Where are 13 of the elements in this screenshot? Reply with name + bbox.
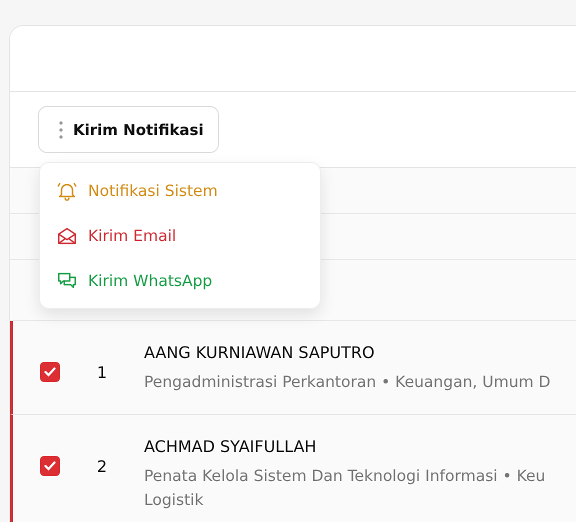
employee-name: AANG KURNIAWAN SAPUTRO — [144, 343, 376, 362]
checkbox[interactable] — [40, 456, 60, 476]
row-number: 1 — [96, 363, 108, 382]
employee-detail: Pengadministrasi Perkantoran • Keuangan, Umum D — [144, 372, 550, 393]
checkbox[interactable] — [40, 362, 60, 382]
check-icon — [44, 367, 56, 377]
employee-name: ACHMAD SYAIFULLAH — [144, 437, 318, 456]
check-icon — [44, 461, 56, 471]
employee-detail: Penata Kelola Sistem Dan Teknologi Informasi • Keu — [144, 466, 546, 487]
more-icon — [59, 120, 63, 138]
send-notification-button[interactable]: Kirim Notifikasi — [38, 106, 219, 153]
employee-detail: Logistik — [144, 490, 204, 511]
row-number: 2 — [96, 457, 108, 476]
